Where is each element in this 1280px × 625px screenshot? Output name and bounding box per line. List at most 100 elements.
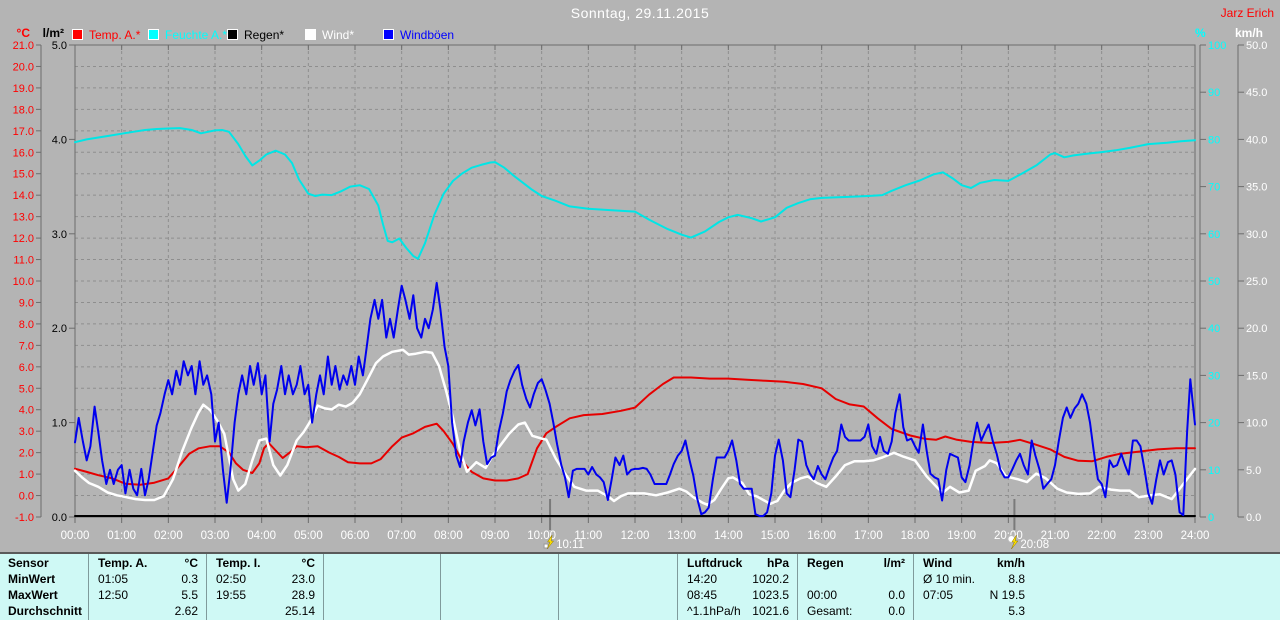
tick-label-temp: 12.0	[13, 233, 34, 245]
tick-label-time: 08:00	[434, 530, 463, 542]
humidity-series-swatch-icon	[148, 29, 159, 40]
tick-label-rain: 5.0	[52, 40, 67, 52]
tick-label-temp: 2.0	[19, 448, 34, 460]
table-cell	[323, 604, 440, 619]
tick-label-time: 16:00	[807, 530, 836, 542]
tick-label-rain: 1.0	[52, 418, 67, 430]
table-cell: 2.62	[88, 604, 206, 619]
tick-label-wind: 45.0	[1246, 87, 1267, 99]
tick-label-time: 02:00	[154, 530, 183, 542]
weather-app-window: 21.020.019.018.017.016.015.014.013.012.0…	[0, 0, 1280, 625]
table-cell: 14:201020.2	[677, 572, 797, 587]
table-bottom-strip	[0, 620, 1280, 625]
table-cell: 02:5023.0	[206, 572, 323, 587]
tick-label-temp: 16.0	[13, 147, 34, 159]
tick-label-wind: 0.0	[1246, 512, 1261, 524]
table-cell	[440, 604, 558, 619]
tick-label-temp: -1.0	[15, 512, 34, 524]
axis-title-humidity: %	[1195, 26, 1206, 40]
table-cell: 19:5528.9	[206, 588, 323, 603]
statistics-table: SensorMinWertMaxWertDurchschnittTemp. A.…	[0, 552, 1280, 622]
tick-label-wind: 35.0	[1246, 182, 1267, 194]
table-cell: 08:451023.5	[677, 588, 797, 603]
tick-label-temp: 8.0	[19, 319, 34, 331]
tick-label-time: 18:00	[901, 530, 930, 542]
table-cell: 00:000.0	[797, 588, 913, 603]
tick-label-humidity: 40	[1208, 323, 1220, 335]
tick-label-time: 19:00	[947, 530, 976, 542]
table-row-header: MaxWert	[8, 588, 58, 602]
tick-label-temp: 15.0	[13, 169, 34, 181]
tick-label-time: 13:00	[667, 530, 696, 542]
tick-label-temp: 17.0	[13, 126, 34, 138]
table-cell	[558, 572, 677, 587]
table-cell	[558, 588, 677, 603]
table-column-header: Regenl/m²	[797, 556, 913, 571]
table-cell: Gesamt:0.0	[797, 604, 913, 619]
legend-label: Windböen	[400, 28, 454, 42]
tick-label-temp: 14.0	[13, 190, 34, 202]
tick-label-wind: 20.0	[1246, 323, 1267, 335]
tick-label-time: 01:00	[107, 530, 136, 542]
tick-label-time: 14:00	[714, 530, 743, 542]
legend-item-humidity: Feuchte A.*	[148, 28, 227, 41]
tick-label-temp: 13.0	[13, 212, 34, 224]
tick-label-temp: 7.0	[19, 340, 34, 352]
tick-label-time: 24:00	[1181, 530, 1210, 542]
table-column-header	[558, 556, 677, 571]
table-cell: 07:05N 19.5	[913, 588, 1033, 603]
user-name: Jarz Erich	[1221, 6, 1274, 20]
tick-label-humidity: 10	[1208, 465, 1220, 477]
legend-label: Feuchte A.*	[165, 28, 227, 42]
table-cell: Ø 10 min.8.8	[913, 572, 1033, 587]
tick-label-temp: 10.0	[13, 276, 34, 288]
tick-label-time: 23:00	[1134, 530, 1163, 542]
table-column-header	[440, 556, 558, 571]
axis-title-wind: km/h	[1235, 26, 1263, 40]
table-cell: 25.14	[206, 604, 323, 619]
tick-label-humidity: 60	[1208, 229, 1220, 241]
tick-label-rain: 0.0	[52, 512, 67, 524]
table-column-header: Windkm/h	[913, 556, 1033, 571]
axis-title-temp: °C	[6, 26, 30, 40]
tick-label-time: 06:00	[341, 530, 370, 542]
tick-label-time: 07:00	[387, 530, 416, 542]
tick-label-wind: 25.0	[1246, 276, 1267, 288]
table-column-header	[323, 556, 440, 571]
table-cell: 5.3	[913, 604, 1033, 619]
tick-label-temp: 4.0	[19, 405, 34, 417]
tick-label-temp: 19.0	[13, 83, 34, 95]
tick-label-temp: 20.0	[13, 61, 34, 73]
tick-label-time: 04:00	[247, 530, 276, 542]
tick-label-temp: 6.0	[19, 362, 34, 374]
table-column-header: Temp. I.°C	[206, 556, 323, 571]
legend-item-wind: Wind*	[305, 28, 354, 41]
tick-label-rain: 4.0	[52, 134, 67, 146]
table-cell	[440, 588, 558, 603]
flag-icon	[544, 544, 548, 548]
legend-label: Temp. A.*	[89, 28, 140, 42]
series-wind	[75, 350, 1195, 505]
table-column-header: LuftdruckhPa	[677, 556, 797, 571]
table-cell	[558, 604, 677, 619]
rain-series-swatch-icon	[227, 29, 238, 40]
tick-label-temp: 18.0	[13, 104, 34, 116]
tick-label-humidity: 30	[1208, 370, 1220, 382]
tick-label-temp: 0.0	[19, 491, 34, 503]
tick-label-temp: 5.0	[19, 383, 34, 395]
wind-series-swatch-icon	[305, 29, 316, 40]
tick-label-temp: 1.0	[19, 469, 34, 481]
tick-label-time: 15:00	[761, 530, 790, 542]
tick-label-temp: 9.0	[19, 297, 34, 309]
table-cell	[440, 572, 558, 587]
tick-label-rain: 2.0	[52, 323, 67, 335]
table-row-header: Sensor	[8, 556, 49, 570]
legend-item-rain: Regen*	[227, 28, 284, 41]
tick-label-time: 17:00	[854, 530, 883, 542]
tick-label-humidity: 50	[1208, 276, 1220, 288]
weather-chart: 21.020.019.018.017.016.015.014.013.012.0…	[0, 0, 1280, 552]
tick-label-humidity: 20	[1208, 418, 1220, 430]
gust-series-swatch-icon	[383, 29, 394, 40]
axis-title-rain: l/m²	[34, 26, 64, 40]
tick-label-rain: 3.0	[52, 229, 67, 241]
